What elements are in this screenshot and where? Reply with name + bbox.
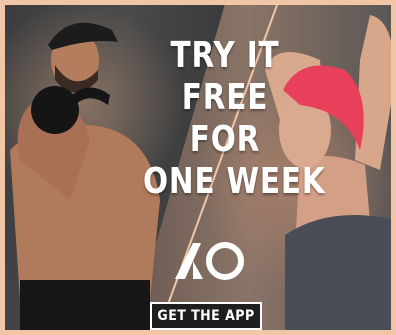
ao-logo-icon xyxy=(175,242,244,280)
get-the-app-label: GET THE APP xyxy=(157,308,255,324)
headline-line-4: ONE WEEK xyxy=(143,161,326,202)
get-the-app-button[interactable]: GET THE APP xyxy=(150,302,262,330)
headline-line-1: TRY IT xyxy=(170,35,280,76)
ad-banner[interactable]: TRY IT FREE FOR ONE WEEK GET THE APP xyxy=(0,0,396,335)
headline-line-2: FREE xyxy=(181,77,269,118)
headline: TRY IT FREE FOR ONE WEEK xyxy=(125,35,325,203)
headline-line-3: FOR xyxy=(189,119,261,160)
